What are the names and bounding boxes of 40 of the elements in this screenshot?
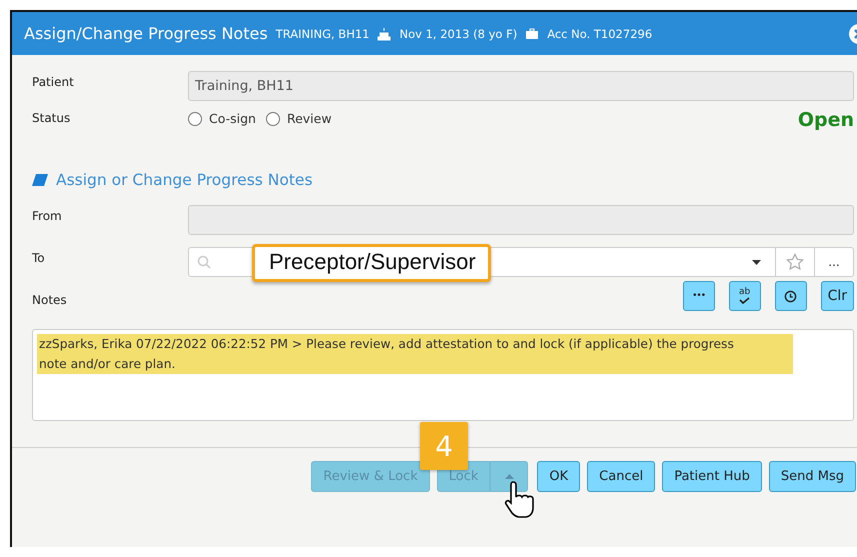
radio-label: Review (286, 111, 332, 126)
clock-icon (784, 290, 798, 302)
action-button[interactable]: OK (537, 461, 580, 492)
account-number: Acc No. T1027296 (547, 26, 652, 40)
clock-button[interactable] (774, 281, 807, 311)
patient-name: TRAINING, BH11 (276, 26, 370, 40)
field-label: Status (32, 110, 72, 125)
caret-icon (504, 474, 514, 479)
cake-icon (377, 26, 392, 40)
window-title: Assign/Change Progress Notes (24, 24, 268, 43)
patient-field[interactable]: Training, BH11 (188, 71, 854, 101)
hand-cursor-icon (504, 480, 534, 520)
caret-icon[interactable] (752, 260, 761, 264)
section-icon (32, 174, 48, 186)
notes-textarea[interactable]: zzSparks, Erika 07/22/2022 06:22:52 PM > Please review, add attestation to and lock (if applicable) the progress note and/or care plan. (32, 329, 854, 421)
radio-button[interactable] (188, 112, 202, 126)
status-text: Open (798, 108, 854, 131)
note-text: zzSparks, Erika 07/22/2022 06:22:52 PM > Please review, add attestation to and lock (if applicable) the progress note and/or care plan. (37, 334, 793, 374)
action-button[interactable]: Patient Hub (662, 461, 762, 492)
from-field[interactable] (188, 205, 854, 235)
action-button[interactable]: Send Msg (768, 461, 856, 492)
step-badge: 4 (420, 422, 468, 470)
spellcheck-button[interactable]: ab (728, 281, 761, 311)
callout-tooltip: Preceptor/Supervisor (252, 244, 491, 282)
field-label: Notes (32, 292, 68, 307)
section-title: Assign or Change Progress Notes (56, 171, 313, 189)
star-icon (786, 253, 804, 271)
radio-label: Co-sign (209, 111, 256, 126)
more-button[interactable]: ••• (682, 281, 715, 311)
field-label: From (32, 208, 63, 223)
more-button[interactable]: ... (814, 248, 853, 276)
birth-date: Nov 1, 2013 (8 yo F) (399, 26, 518, 40)
search-icon (197, 255, 211, 269)
action-button[interactable]: Cancel (587, 461, 656, 492)
clear-button[interactable]: Clr (820, 281, 854, 311)
check-icon (739, 296, 750, 304)
field-label: Patient (32, 74, 75, 89)
field-label: To (32, 250, 46, 265)
radio-button[interactable] (266, 112, 280, 126)
briefcase-icon (525, 28, 540, 40)
